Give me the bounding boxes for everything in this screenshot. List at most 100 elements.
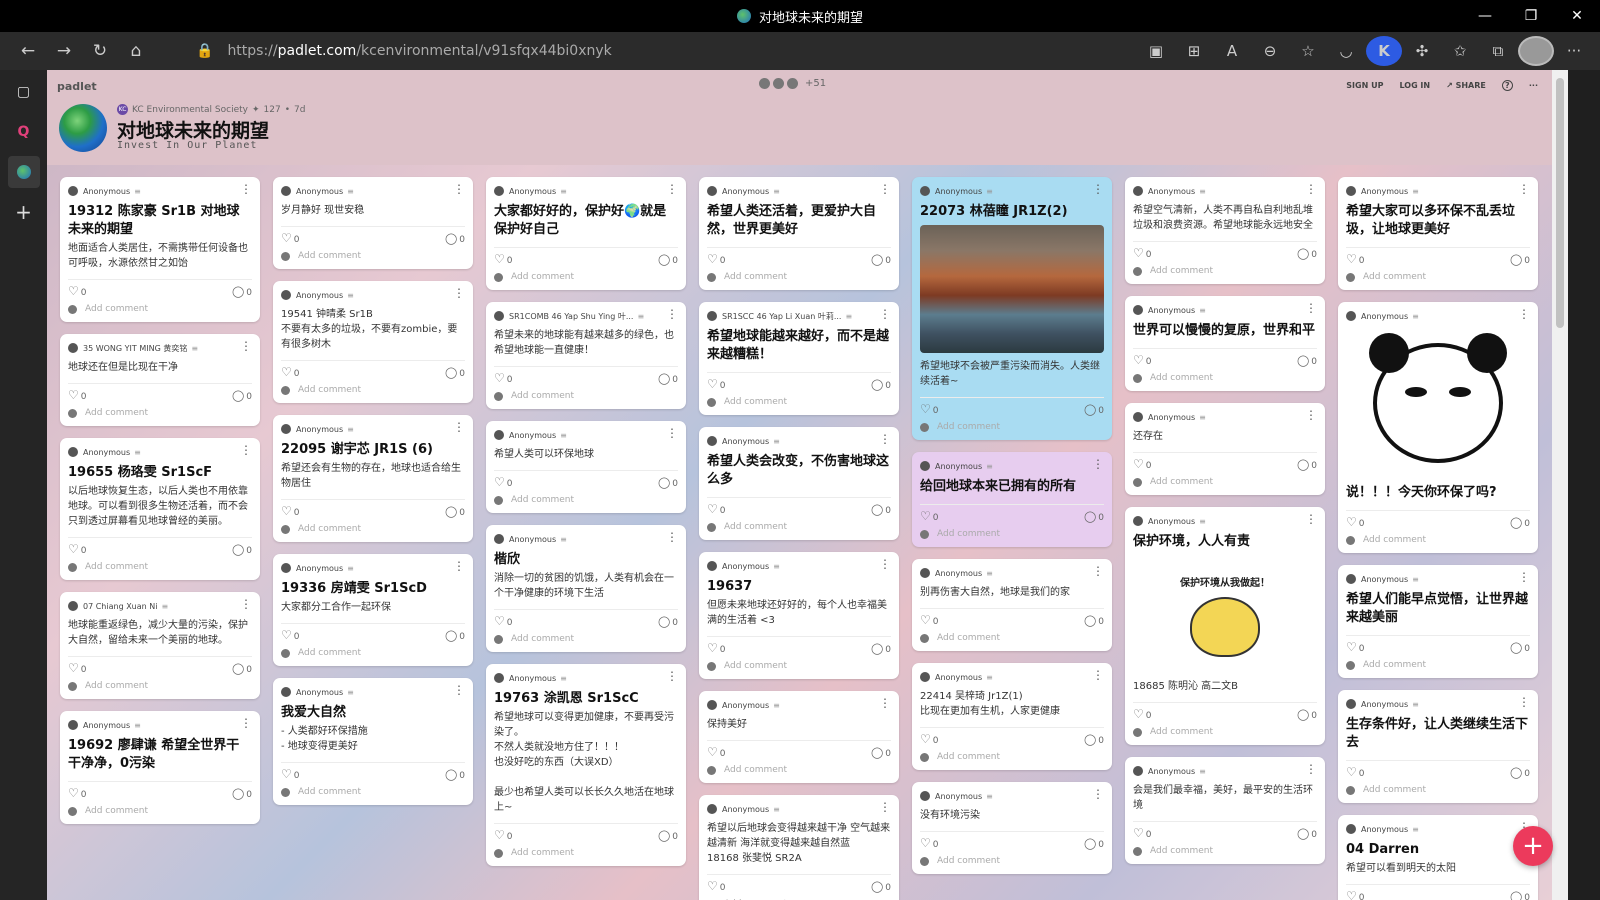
like-button[interactable]: 0 xyxy=(494,475,513,489)
like-button[interactable]: 0 xyxy=(1346,889,1365,900)
comment-count[interactable]: 0 xyxy=(232,285,252,298)
add-comment-field[interactable]: Add comment xyxy=(707,520,891,534)
post-card[interactable]: Anonymous≡⋮没有环境污染00Add comment xyxy=(912,782,1112,874)
add-comment-field[interactable]: Add comment xyxy=(920,631,1104,645)
add-comment-field[interactable]: Add comment xyxy=(281,249,465,263)
add-comment-field[interactable]: Add comment xyxy=(1346,783,1530,797)
post-menu-icon[interactable]: ⋮ xyxy=(1092,458,1104,470)
add-comment-field[interactable]: Add comment xyxy=(1133,475,1317,489)
add-comment-field[interactable]: Add comment xyxy=(1133,725,1317,739)
comment-count[interactable]: 0 xyxy=(1510,641,1530,654)
like-button[interactable]: 0 xyxy=(920,836,939,850)
post-menu-icon[interactable]: ⋮ xyxy=(666,531,678,543)
post-menu-icon[interactable]: ⋮ xyxy=(1092,565,1104,577)
post-card[interactable]: Anonymous≡⋮还存在00Add comment xyxy=(1125,403,1325,495)
post-menu-icon[interactable]: ⋮ xyxy=(240,183,252,195)
post-menu-icon[interactable]: ⋮ xyxy=(1305,763,1317,775)
post-menu-icon[interactable]: ⋮ xyxy=(240,717,252,729)
restore-button[interactable]: ❐ xyxy=(1508,0,1554,32)
add-comment-field[interactable]: Add comment xyxy=(920,420,1104,434)
tab-actions-icon[interactable]: ▢ xyxy=(8,76,40,108)
post-card[interactable]: Anonymous≡⋮岁月静好 现世安稳00Add comment xyxy=(273,177,473,269)
tracking-icon[interactable]: ▣ xyxy=(1138,36,1174,66)
post-menu-icon[interactable]: ⋮ xyxy=(240,340,252,352)
post-card[interactable]: Anonymous ≡ ⋮ 19763 涂凯恩 Sr1ScC 希望地球可以变得更加健康，… xyxy=(486,664,686,866)
post-photo[interactable] xyxy=(920,225,1104,353)
like-button[interactable]: 0 xyxy=(1133,826,1152,840)
like-button[interactable]: 0 xyxy=(281,231,300,245)
post-menu-icon[interactable]: ⋮ xyxy=(666,427,678,439)
add-comment-field[interactable]: Add comment xyxy=(281,785,465,799)
comment-count[interactable]: 0 xyxy=(1297,458,1317,471)
post-menu-icon[interactable]: ⋮ xyxy=(453,183,465,195)
comment-count[interactable]: 0 xyxy=(445,629,465,642)
like-button[interactable]: 0 xyxy=(68,388,87,402)
add-comment-field[interactable]: Add comment xyxy=(707,270,891,284)
post-menu-icon[interactable]: ⋮ xyxy=(879,308,891,320)
like-button[interactable]: 0 xyxy=(1346,640,1365,654)
post-card[interactable]: Anonymous ≡ ⋮ 希望空气清新，人类不再自私自利地乱堆垃圾和浪费资源。希望地… xyxy=(1125,177,1325,284)
add-comment-field[interactable]: Add comment xyxy=(494,846,678,860)
post-card[interactable]: Anonymous≡⋮19692 廖肆谦 希望全世界干干净净，0污染00Add … xyxy=(60,711,260,824)
post-card[interactable]: Anonymous ≡ ⋮ 希望以后地球会变得越来越干净 空气越来越清新 海洋就变得越… xyxy=(699,795,899,900)
post-menu-icon[interactable]: ⋮ xyxy=(879,183,891,195)
pocket-icon[interactable]: ◡ xyxy=(1328,36,1364,66)
comment-count[interactable]: 0 xyxy=(1510,766,1530,779)
padlet-logo[interactable]: padlet xyxy=(57,80,97,93)
post-card[interactable]: Anonymous≡⋮别再伤害大自然，地球是我们的家00Add comment xyxy=(912,559,1112,651)
address-bar[interactable]: 🔒 https://padlet.com/kcenvironmental/v91… xyxy=(196,36,1076,66)
like-button[interactable]: 0 xyxy=(1133,707,1152,721)
padlet-tab-icon[interactable] xyxy=(7,156,40,188)
comment-count[interactable]: 0 xyxy=(1510,253,1530,266)
like-button[interactable]: 0 xyxy=(707,879,726,893)
comment-count[interactable]: 0 xyxy=(232,787,252,800)
like-button[interactable]: 0 xyxy=(1133,457,1152,471)
post-card[interactable]: Anonymous≡⋮希望人类可以环保地球00Add comment xyxy=(486,421,686,513)
comment-count[interactable]: 0 xyxy=(658,253,678,266)
post-card[interactable]: Anonymous≡⋮希望人类还活着，更爱护大自然，世界更美好00Add com… xyxy=(699,177,899,290)
like-button[interactable]: 0 xyxy=(707,252,726,266)
add-comment-field[interactable]: Add comment xyxy=(1133,844,1317,858)
comment-count[interactable]: 0 xyxy=(232,389,252,402)
like-button[interactable]: 0 xyxy=(707,502,726,516)
comment-count[interactable]: 0 xyxy=(1510,890,1530,900)
post-card[interactable]: Anonymous≡⋮04 Darren希望可以看到明天的太阳00Add com… xyxy=(1338,815,1538,900)
extensions-puzzle-icon[interactable]: ✣ xyxy=(1404,36,1440,66)
comment-count[interactable]: 0 xyxy=(232,543,252,556)
like-button[interactable]: 0 xyxy=(707,377,726,391)
add-tab-icon[interactable]: + xyxy=(8,196,40,228)
post-sticker-image[interactable]: 保护环境从我做起！ xyxy=(1133,555,1317,675)
share-button[interactable]: ↗ SHARE xyxy=(1446,81,1486,90)
add-comment-field[interactable]: Add comment xyxy=(494,389,678,403)
like-button[interactable]: 0 xyxy=(494,828,513,842)
like-button[interactable]: 0 xyxy=(920,402,939,416)
post-menu-icon[interactable]: ⋮ xyxy=(453,287,465,299)
add-comment-field[interactable]: Add comment xyxy=(494,493,678,507)
post-card[interactable]: Anonymous ≡ ⋮ 22073 林蓓瞳 JR1Z(2) 希望地球不会被严重污染而… xyxy=(912,177,1112,440)
like-button[interactable]: 0 xyxy=(1346,765,1365,779)
comment-count[interactable]: 0 xyxy=(445,366,465,379)
comment-count[interactable]: 0 xyxy=(1084,403,1104,416)
post-menu-icon[interactable]: ⋮ xyxy=(1518,308,1530,320)
post-card[interactable]: Anonymous≡⋮会是我们最幸福，美好，最平安的生活环境00Add comm… xyxy=(1125,757,1325,864)
zoom-icon[interactable]: ⊖ xyxy=(1252,36,1288,66)
like-button[interactable]: 0 xyxy=(494,614,513,628)
add-comment-field[interactable]: Add comment xyxy=(68,406,252,420)
post-card[interactable]: Anonymous≡⋮大家都好好的，保护好🌍就是保护好自己00Add comme… xyxy=(486,177,686,290)
comment-count[interactable]: 0 xyxy=(1297,247,1317,260)
add-comment-field[interactable]: Add comment xyxy=(68,560,252,574)
panda-meme-image[interactable] xyxy=(1346,328,1530,478)
like-button[interactable]: 0 xyxy=(68,284,87,298)
favorites-icon[interactable]: ✩ xyxy=(1442,36,1478,66)
like-button[interactable]: 0 xyxy=(281,767,300,781)
like-button[interactable]: 0 xyxy=(494,371,513,385)
comment-count[interactable]: 0 xyxy=(1084,837,1104,850)
comment-count[interactable]: 0 xyxy=(871,642,891,655)
add-comment-field[interactable]: Add comment xyxy=(68,804,252,818)
post-card[interactable]: Anonymous≡⋮世界可以慢慢的复原，世界和平00Add comment xyxy=(1125,296,1325,391)
like-button[interactable]: 0 xyxy=(707,641,726,655)
like-button[interactable]: 0 xyxy=(68,661,87,675)
contributors[interactable]: +51 xyxy=(759,78,826,89)
post-card[interactable]: Anonymous≡⋮希望人们能早点觉悟，让世界越来越美丽00Add comme… xyxy=(1338,565,1538,678)
like-button[interactable]: 0 xyxy=(920,732,939,746)
